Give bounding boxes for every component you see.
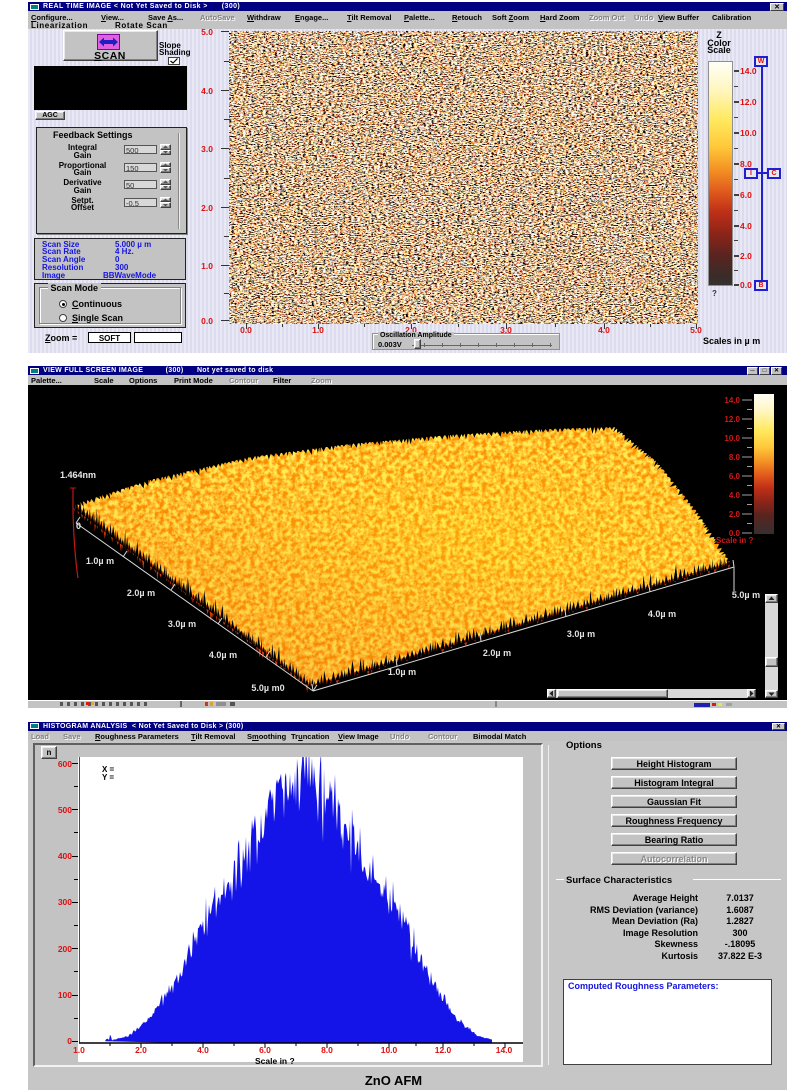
svg-text:1.464nm: 1.464nm [60,470,96,480]
svg-text:8.0: 8.0 [729,453,741,462]
svg-text:4.0: 4.0 [729,491,741,500]
svg-text:6.0: 6.0 [729,472,741,481]
svg-text:5.0µ m: 5.0µ m [732,590,760,600]
svg-text:0: 0 [76,521,81,531]
svg-text:2.0µ m: 2.0µ m [483,648,511,658]
svg-text:1.0µ m: 1.0µ m [86,556,114,566]
svg-text:5.0µ m0: 5.0µ m0 [251,683,284,693]
svg-text:2.0µ m: 2.0µ m [127,588,155,598]
svg-text:12.0: 12.0 [724,415,740,424]
svg-text:3.0µ m: 3.0µ m [567,629,595,639]
svg-text:1.0µ m: 1.0µ m [388,667,416,677]
svg-text:4.0µ m: 4.0µ m [209,650,237,660]
svg-text:2.0: 2.0 [729,510,741,519]
svg-text:3.0µ m: 3.0µ m [168,619,196,629]
svg-text:14.0: 14.0 [724,396,740,405]
svg-text:4.0µ m: 4.0µ m [648,609,676,619]
svg-text:10.0: 10.0 [724,434,740,443]
svg-text:Scale in ?: Scale in ? [716,536,753,545]
